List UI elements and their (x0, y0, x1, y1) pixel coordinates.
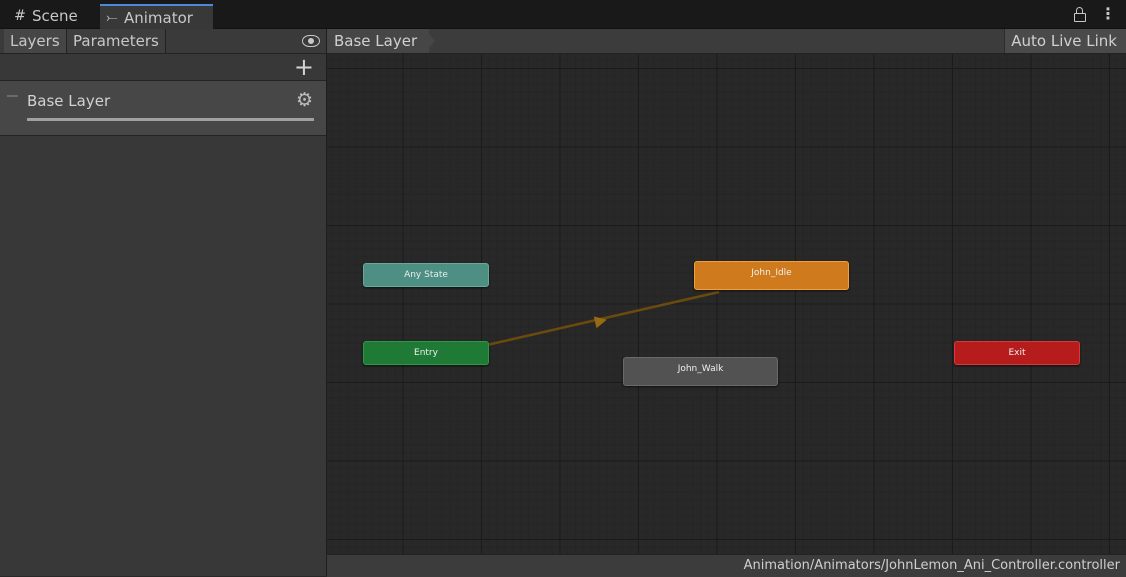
transition-arrow-icon (593, 316, 607, 329)
graph-toolbar: Base Layer Auto Live Link (327, 29, 1126, 54)
kebab-icon[interactable]: ⋮ (1100, 6, 1116, 22)
tab-scene[interactable]: # Scene (8, 4, 98, 28)
breadcrumb[interactable]: Base Layer (327, 29, 430, 53)
layer-name: Base Layer (27, 92, 111, 110)
lock-icon[interactable] (1074, 6, 1086, 22)
tab-scene-label: Scene (32, 7, 78, 25)
animator-graph[interactable]: Base Layer Auto Live Link Any State Entr… (327, 29, 1126, 577)
add-layer-button[interactable]: + (294, 55, 314, 79)
window-tab-bar: # Scene ⤚ Animator ⋮ (0, 0, 1126, 29)
asset-path: Animation/Animators/JohnLemon_Ani_Contro… (743, 558, 1120, 573)
state-john-idle[interactable]: John_Idle (694, 261, 849, 290)
transitions-layer (486, 290, 720, 347)
breadcrumb-label: Base Layer (334, 32, 418, 50)
tab-animator[interactable]: ⤚ Animator (100, 4, 213, 29)
layers-panel: Layers Parameters + Base Layer ⚙ (0, 29, 327, 576)
tab-layers[interactable]: Layers (4, 29, 67, 53)
layer-item[interactable]: Base Layer ⚙ (0, 81, 326, 136)
drag-handle-icon[interactable] (7, 95, 18, 103)
animator-icon: ⤚ (106, 9, 118, 26)
eye-icon[interactable] (302, 35, 320, 47)
layers-toolbar: + (0, 54, 326, 81)
window-controls: ⋮ (1074, 6, 1116, 22)
state-any-state[interactable]: Any State (363, 263, 489, 287)
layers-empty-area (0, 136, 326, 576)
gear-icon[interactable]: ⚙ (296, 89, 313, 111)
layer-weight-bar (27, 118, 314, 121)
tab-animator-label: Animator (124, 8, 193, 27)
state-john-walk[interactable]: John_Walk (623, 357, 778, 386)
transition-entry-to-idle[interactable] (486, 290, 720, 347)
panel-tabs: Layers Parameters (0, 29, 326, 54)
state-exit[interactable]: Exit (954, 341, 1080, 365)
status-bar: Animation/Animators/JohnLemon_Ani_Contro… (327, 554, 1126, 577)
tab-parameters[interactable]: Parameters (67, 29, 166, 53)
grid-icon: # (14, 8, 26, 24)
auto-live-link-button[interactable]: Auto Live Link (1004, 29, 1126, 53)
breadcrumb-arrow (425, 29, 435, 53)
state-entry[interactable]: Entry (363, 341, 489, 365)
